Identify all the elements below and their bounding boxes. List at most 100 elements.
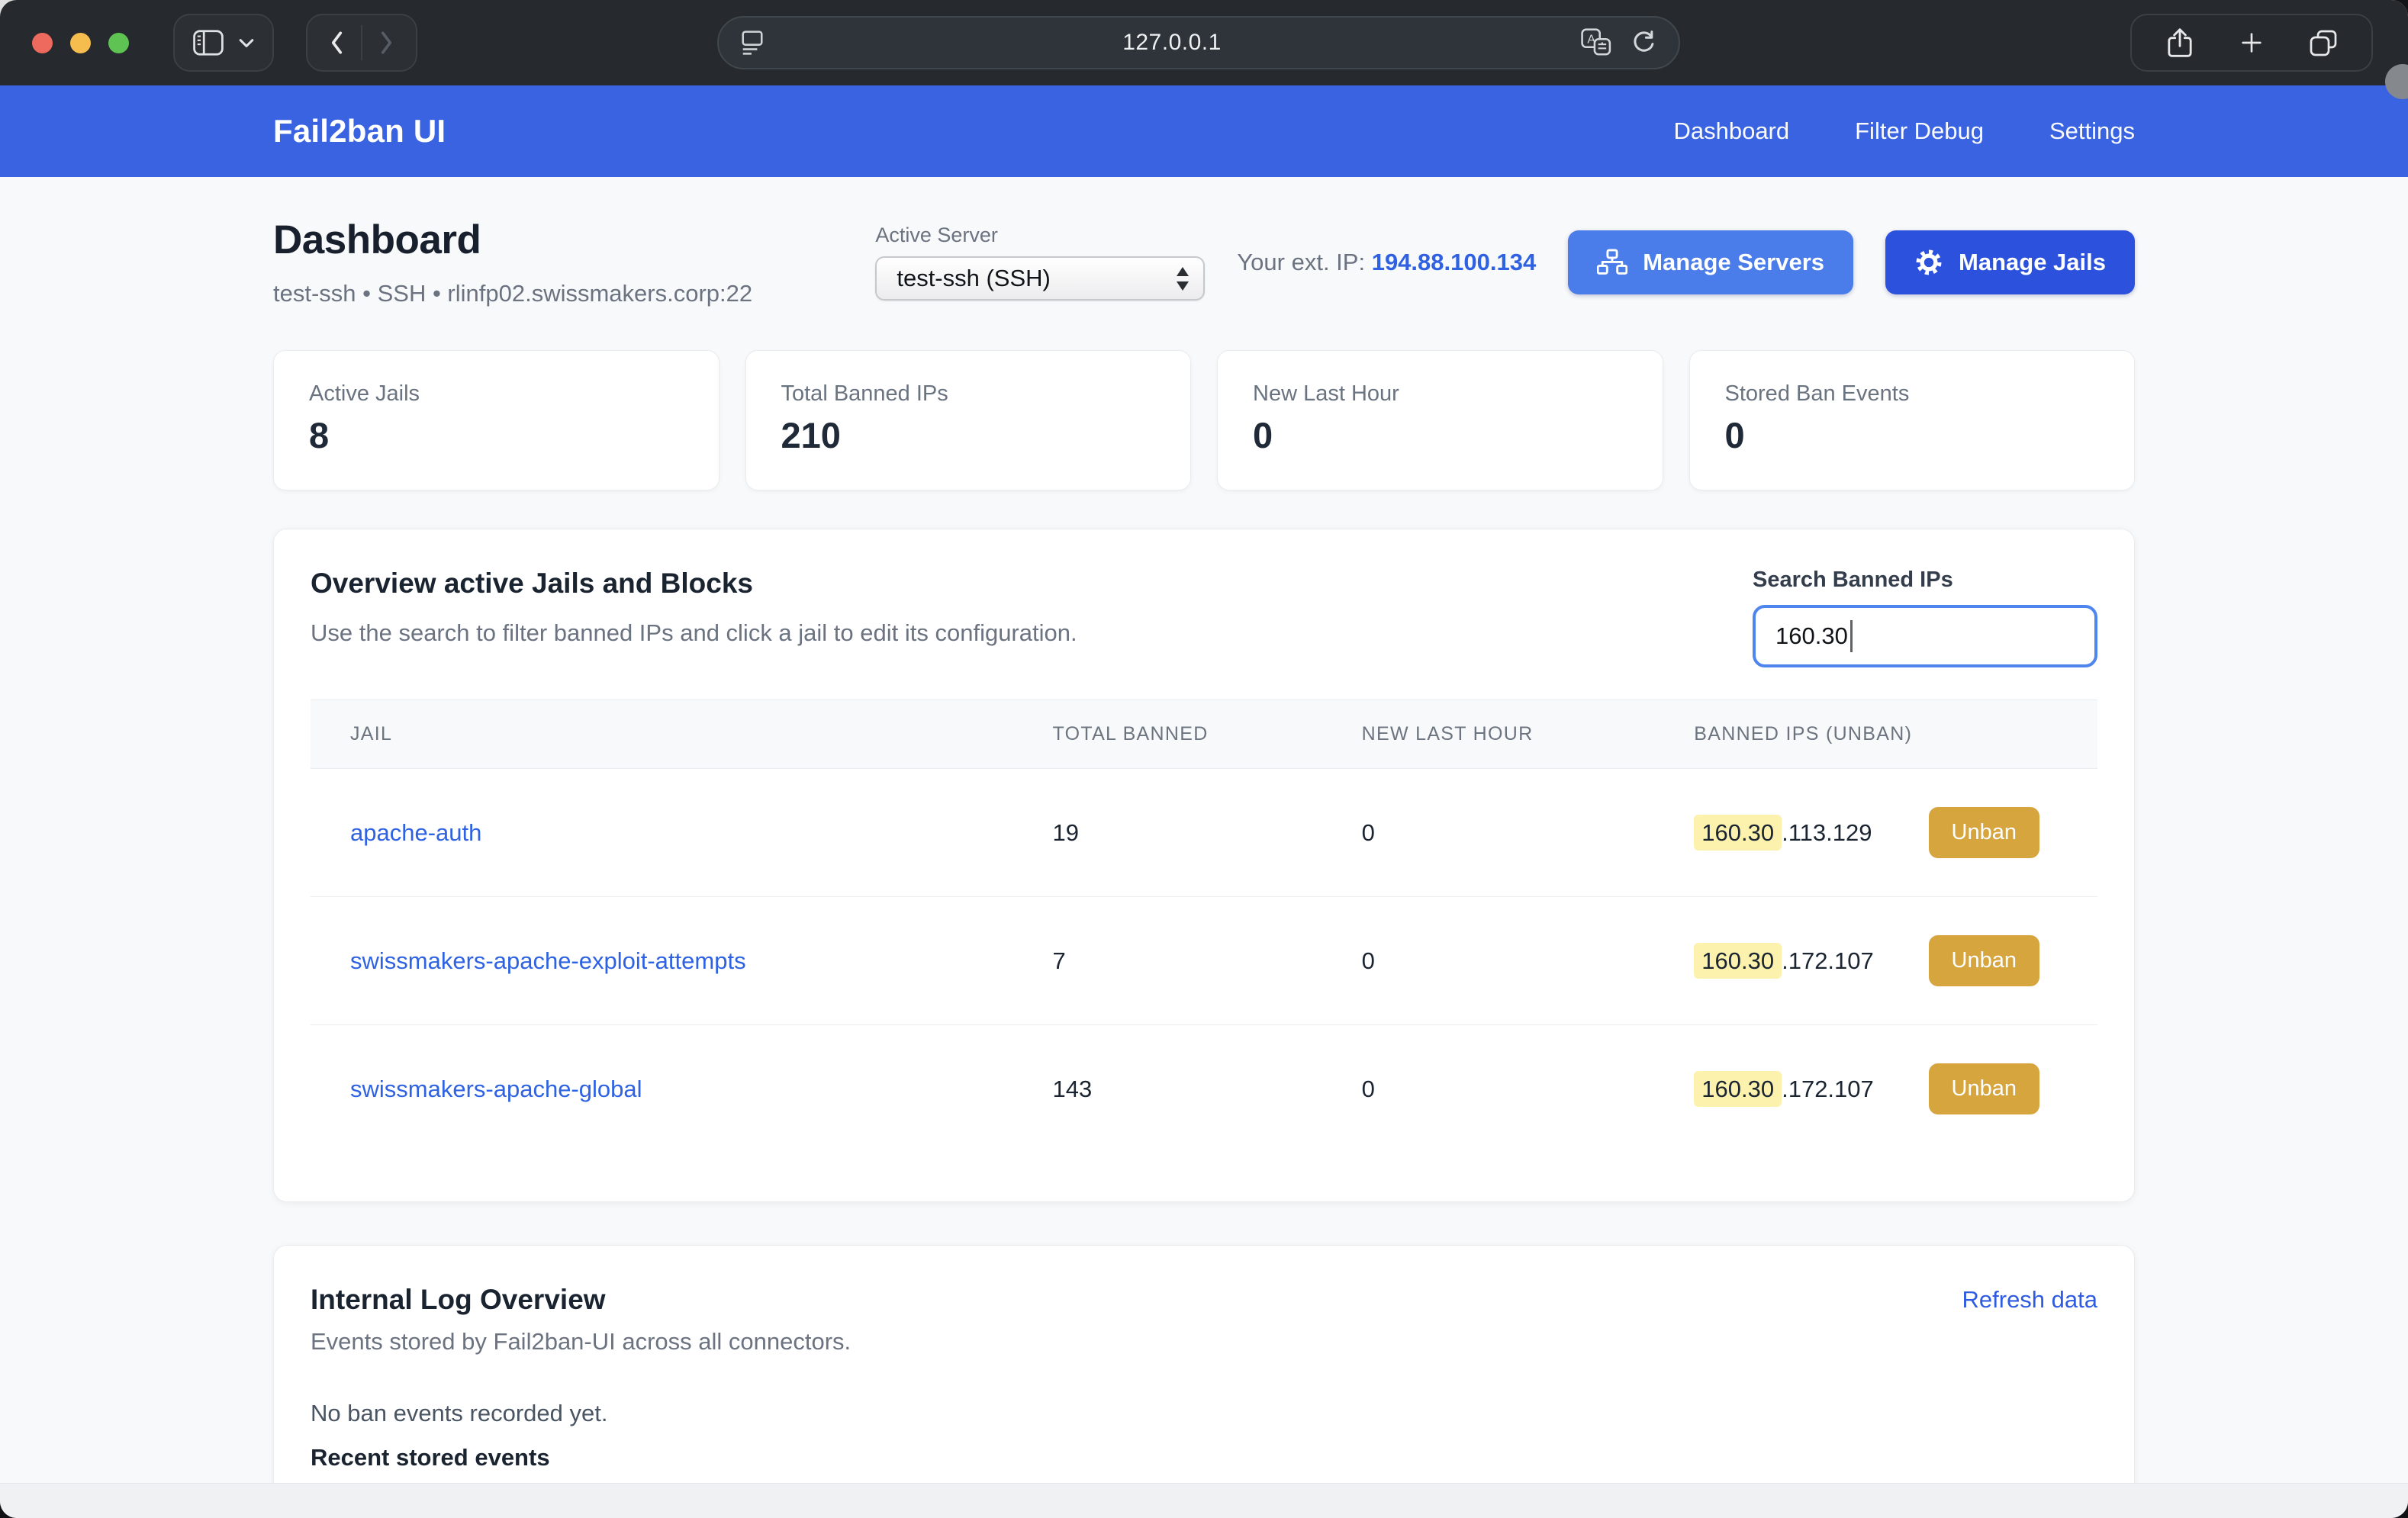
logs-description: Events stored by Fail2ban-UI across all …: [311, 1328, 2097, 1356]
external-ip: Your ext. IP: 194.88.100.134: [1237, 249, 1536, 276]
col-header-banned-ips: BANNED IPS (UNBAN): [1676, 700, 2097, 769]
new-tab-icon[interactable]: [2239, 30, 2265, 56]
manage-servers-button[interactable]: Manage Servers: [1568, 230, 1853, 294]
jails-table: JAIL TOTAL BANNED NEW LAST HOUR BANNED I…: [311, 700, 2097, 1153]
active-server-select[interactable]: test-ssh (SSH): [875, 256, 1205, 301]
table-row: swissmakers-apache-exploit-attempts 7 0 …: [311, 897, 2097, 1025]
overview-description: Use the search to filter banned IPs and …: [311, 619, 1077, 647]
jails-table-body: apache-auth 19 0 160.30.113.129 Unban sw…: [311, 769, 2097, 1153]
active-server-value: test-ssh (SSH): [897, 265, 1176, 292]
jail-link[interactable]: swissmakers-apache-exploit-attempts: [350, 947, 746, 974]
logs-title: Internal Log Overview: [311, 1284, 606, 1316]
active-server-label: Active Server: [875, 224, 1205, 247]
stat-value: 0: [1253, 414, 1627, 456]
refresh-data-link[interactable]: Refresh data: [1962, 1286, 2098, 1314]
traffic-lights: [32, 33, 129, 53]
zoom-window-button[interactable]: [108, 33, 129, 53]
manage-jails-button[interactable]: Manage Jails: [1885, 230, 2135, 294]
jail-link[interactable]: swissmakers-apache-global: [350, 1076, 642, 1102]
stat-label: Active Jails: [309, 381, 684, 407]
sidebar-icon[interactable]: [193, 30, 224, 56]
stat-value: 8: [309, 414, 684, 456]
ip-highlight: 160.30: [1694, 943, 1782, 979]
total-banned-value: 143: [1053, 1076, 1093, 1102]
nav-link-settings[interactable]: Settings: [2049, 117, 2135, 145]
jail-link[interactable]: apache-auth: [350, 819, 481, 846]
translate-icon[interactable]: A: [1581, 28, 1611, 57]
page-title: Dashboard: [273, 217, 752, 263]
url-text[interactable]: 127.0.0.1: [763, 30, 1581, 56]
stat-card-total-banned: Total Banned IPs 210: [745, 350, 1192, 490]
address-bar[interactable]: 127.0.0.1 A: [717, 16, 1680, 69]
external-ip-label: Your ext. IP:: [1237, 249, 1365, 275]
ip-highlight: 160.30: [1694, 815, 1782, 851]
brand-logo[interactable]: Fail2ban UI: [273, 113, 446, 150]
page-content: Dashboard test-ssh • SSH • rlinfp02.swis…: [0, 177, 2408, 1483]
no-ban-events-text: No ban events recorded yet.: [311, 1400, 2097, 1427]
reload-icon[interactable]: [1631, 30, 1656, 56]
page-subtitle: test-ssh • SSH • rlinfp02.swissmakers.co…: [273, 280, 752, 307]
titlebar-right-group: [2130, 14, 2373, 72]
stat-value: 0: [1725, 414, 2100, 456]
stat-label: Stored Ban Events: [1725, 381, 2100, 407]
browser-window: 127.0.0.1 A: [0, 0, 2408, 1518]
new-last-hour-value: 0: [1362, 819, 1375, 846]
stat-card-new-last-hour: New Last Hour 0: [1217, 350, 1663, 490]
forward-icon[interactable]: [362, 30, 410, 56]
ip-rest: .113.129: [1782, 819, 1872, 846]
chevron-down-icon[interactable]: [239, 37, 254, 48]
table-header-row: JAIL TOTAL BANNED NEW LAST HOUR BANNED I…: [311, 700, 2097, 769]
table-row: apache-auth 19 0 160.30.113.129 Unban: [311, 769, 2097, 897]
banned-ip: 160.30.113.129: [1694, 819, 1872, 847]
stat-label: Total Banned IPs: [781, 381, 1156, 407]
stat-card-active-jails: Active Jails 8: [273, 350, 720, 490]
sidebar-toggle-group: [173, 14, 274, 72]
banned-ip: 160.30.172.107: [1694, 947, 1874, 975]
nav-links: Dashboard Filter Debug Settings: [1673, 117, 2135, 145]
browser-titlebar: 127.0.0.1 A: [0, 0, 2408, 85]
new-last-hour-value: 0: [1362, 1076, 1375, 1102]
text-caret: [1850, 620, 1853, 652]
share-icon[interactable]: [2165, 27, 2194, 59]
col-header-jail: JAIL: [311, 700, 1035, 769]
recent-stored-events-title: Recent stored events: [311, 1444, 2097, 1471]
close-window-button[interactable]: [32, 33, 53, 53]
nav-link-dashboard[interactable]: Dashboard: [1673, 117, 1789, 145]
search-input-value: 160.30: [1775, 622, 1848, 650]
stat-label: New Last Hour: [1253, 381, 1627, 407]
app-navbar: Fail2ban UI Dashboard Filter Debug Setti…: [0, 85, 2408, 177]
ip-rest: .172.107: [1782, 947, 1874, 974]
col-header-total-banned: TOTAL BANNED: [1035, 700, 1344, 769]
ip-highlight: 160.30: [1694, 1071, 1782, 1107]
unban-button[interactable]: Unban: [1929, 1063, 2039, 1114]
nav-link-filter-debug[interactable]: Filter Debug: [1855, 117, 1984, 145]
total-banned-value: 19: [1053, 819, 1079, 846]
col-header-new-last-hour: NEW LAST HOUR: [1344, 700, 1676, 769]
total-banned-value: 7: [1053, 947, 1066, 974]
ip-rest: .172.107: [1782, 1076, 1874, 1102]
stat-card-stored-events: Stored Ban Events 0: [1689, 350, 2136, 490]
manage-jails-label: Manage Jails: [1959, 249, 2106, 276]
minimize-window-button[interactable]: [70, 33, 91, 53]
window-bottom-strip: [0, 1483, 2408, 1518]
page-header: Dashboard test-ssh • SSH • rlinfp02.swis…: [273, 217, 2135, 307]
table-row: swissmakers-apache-global 143 0 160.30.1…: [311, 1025, 2097, 1153]
manage-servers-label: Manage Servers: [1643, 249, 1824, 276]
stats-row: Active Jails 8 Total Banned IPs 210 New …: [273, 350, 2135, 490]
select-stepper-icon: [1176, 267, 1190, 291]
overview-title: Overview active Jails and Blocks: [311, 568, 1077, 600]
tab-overview-icon[interactable]: [2309, 28, 2338, 57]
unban-button[interactable]: Unban: [1929, 935, 2039, 986]
internal-log-card: Internal Log Overview Refresh data Event…: [273, 1245, 2135, 1483]
external-ip-value[interactable]: 194.88.100.134: [1372, 249, 1537, 275]
history-nav-group: [306, 14, 417, 72]
page-settings-icon[interactable]: [742, 31, 763, 55]
new-last-hour-value: 0: [1362, 947, 1375, 974]
banned-ip: 160.30.172.107: [1694, 1076, 1874, 1103]
gear-icon: [1914, 248, 1943, 277]
back-icon[interactable]: [314, 30, 361, 56]
search-banned-ips-input[interactable]: 160.30: [1753, 605, 2097, 667]
unban-button[interactable]: Unban: [1929, 807, 2039, 858]
sitemap-icon: [1597, 249, 1627, 276]
stat-value: 210: [781, 414, 1156, 456]
